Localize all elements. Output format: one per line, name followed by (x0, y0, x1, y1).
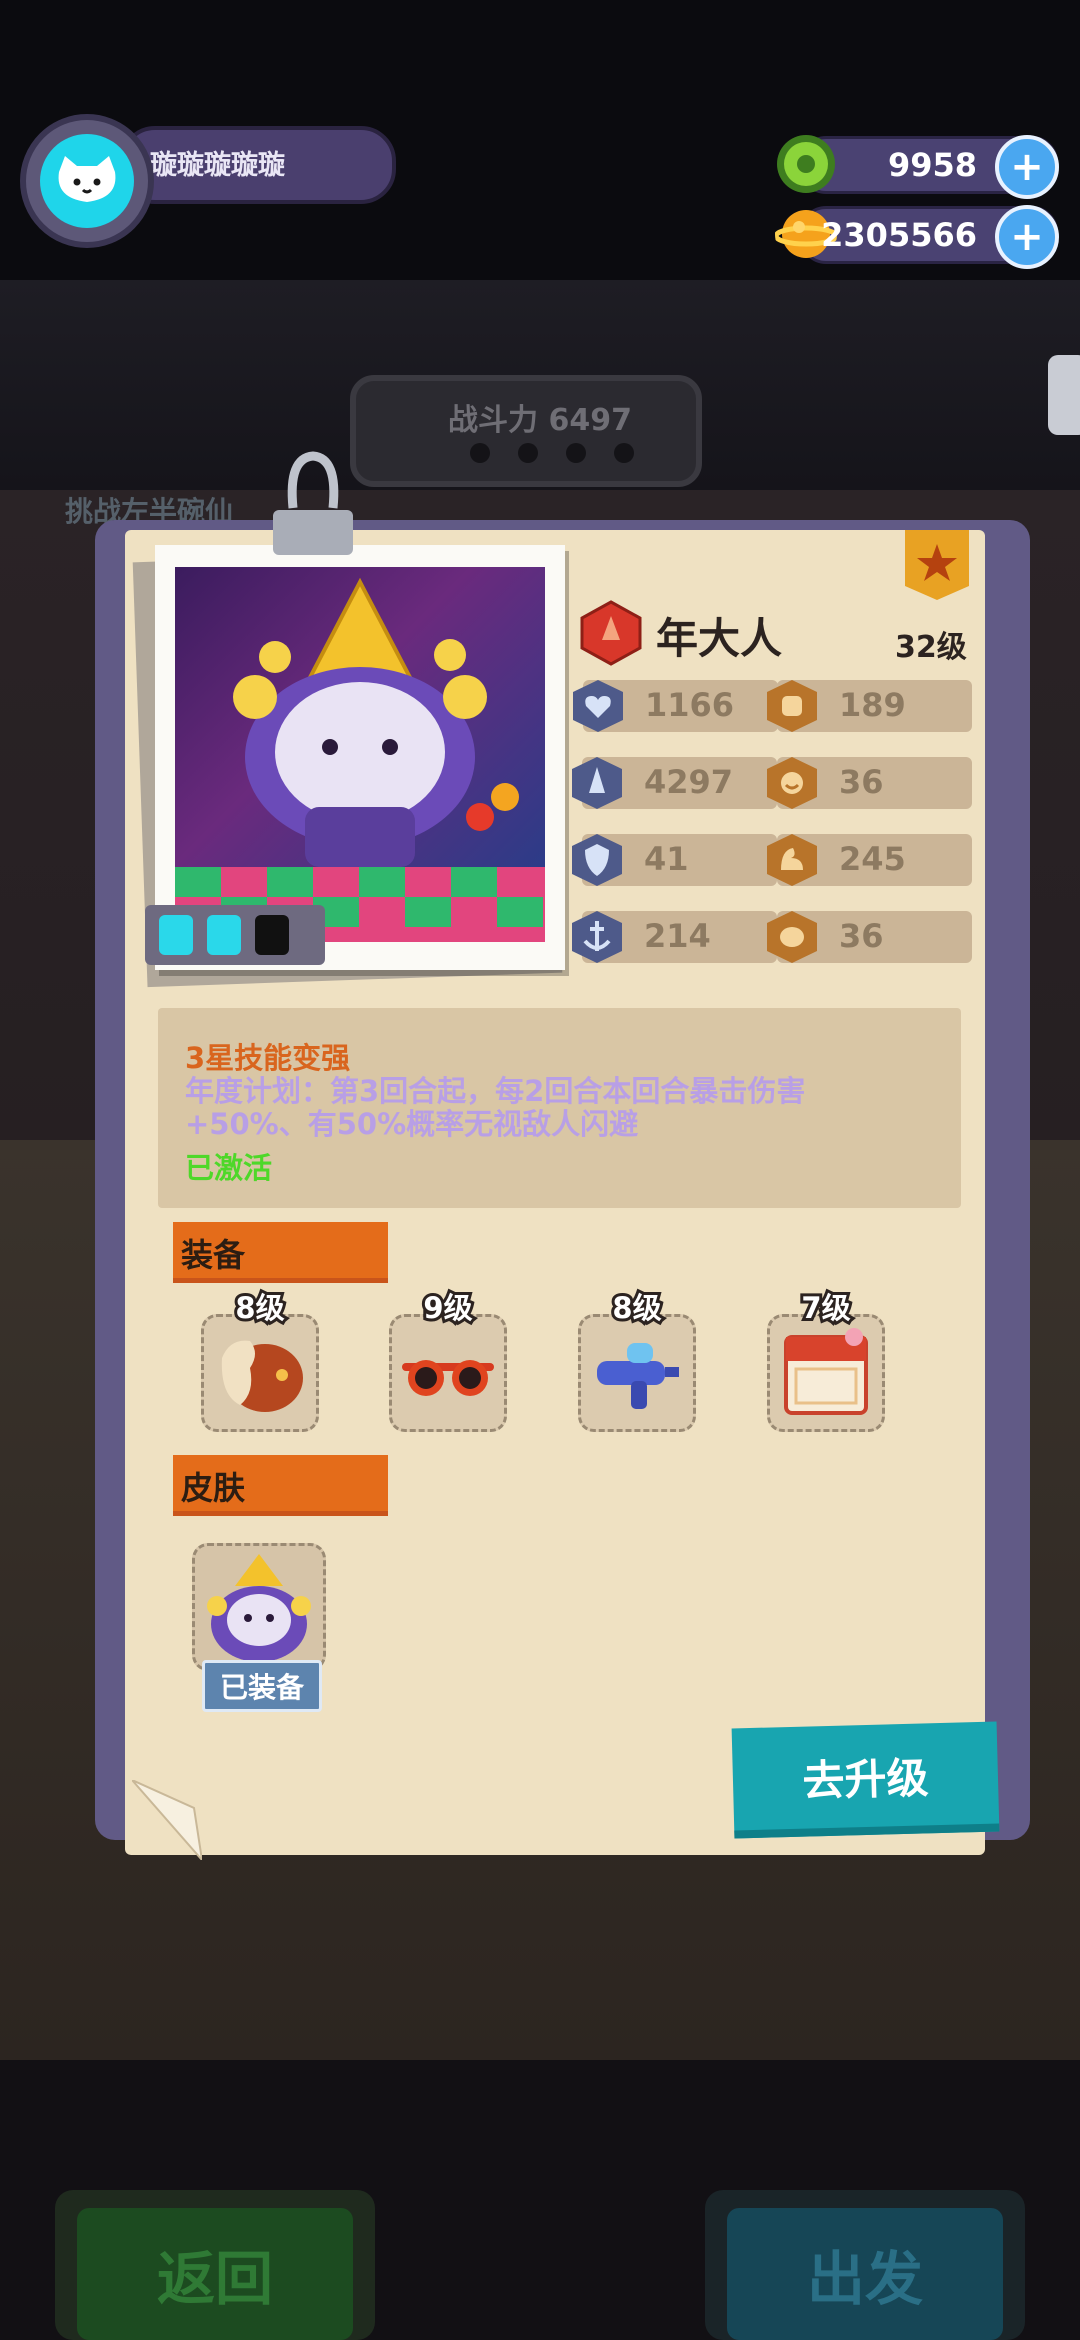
muscle-stat-icon (767, 834, 817, 886)
fur-hat-icon (221, 1340, 303, 1412)
stat-8: 36 (767, 911, 972, 963)
equip-level: 9级 (420, 1288, 475, 1328)
fist-stat-icon (767, 680, 817, 732)
hero-level: 32级 (895, 630, 967, 665)
stat-defense-value: 41 (644, 840, 689, 878)
equipment-label: 装备 (181, 1236, 246, 1274)
equip-slot-glasses[interactable]: 9级 (389, 1288, 507, 1432)
back-button-label: 返回 (77, 2208, 353, 2340)
add-coins-button[interactable]: + (995, 205, 1059, 269)
calendar-icon (784, 1328, 868, 1415)
attack-stat-icon (572, 757, 622, 809)
skin-section-header: 皮肤 (173, 1455, 388, 1516)
brain-stat-icon (767, 911, 817, 963)
page-curl (132, 1780, 202, 1860)
skin-label: 皮肤 (181, 1469, 246, 1507)
hero-name: 年大人 (656, 614, 783, 663)
skin-slot[interactable] (192, 1543, 326, 1671)
energy-slot-icon (159, 915, 193, 955)
equip-slot-calendar[interactable]: 7级 (767, 1288, 885, 1432)
hero-skin-icon (207, 1554, 311, 1662)
equipment-section-header: 装备 (173, 1222, 388, 1283)
stat-hp: 1166 (573, 680, 778, 732)
page-dots (470, 443, 662, 467)
depart-button[interactable]: 出发 (705, 2190, 1025, 2340)
stat-7: 245 (767, 834, 972, 886)
add-gems-button[interactable]: + (995, 135, 1059, 199)
gems-value: 9958 (887, 146, 977, 184)
energy-slot-icon (207, 915, 241, 955)
hero-illustration-icon (175, 577, 545, 942)
star-badge-icon (905, 530, 969, 600)
smile-stat-icon (767, 757, 817, 809)
equip-level: 8级 (609, 1288, 664, 1328)
stat-7-value: 245 (839, 840, 906, 878)
stat-5-value: 189 (839, 686, 906, 724)
stat-5: 189 (767, 680, 972, 732)
stat-defense: 41 (572, 834, 777, 886)
equip-slot-hat[interactable]: 8级 (201, 1288, 319, 1432)
stat-6: 36 (767, 757, 972, 809)
class-attack-icon (580, 600, 642, 666)
depart-button-label: 出发 (727, 2208, 1003, 2340)
green-donut-icon (777, 135, 835, 193)
equip-level: 7级 (798, 1288, 853, 1328)
cat-face-icon (58, 156, 116, 202)
equipped-badge: 已装备 (202, 1660, 322, 1712)
skill-title: 3星技能变强 (185, 1041, 351, 1075)
upgrade-button[interactable]: 去升级 (731, 1721, 1000, 1839)
currency-coins: 2305566 + (775, 205, 1059, 269)
stat-hp-value: 1166 (645, 686, 735, 724)
skill-slots (145, 905, 325, 965)
anchor-icon (572, 911, 622, 963)
skill-description: 年度计划：第3回合起，每2回合本回合暴击伤害 +50%、有50%概率无视敌人闪避 (185, 1074, 806, 1141)
back-button[interactable]: 返回 (55, 2190, 375, 2340)
stat-attack-value: 4297 (644, 763, 734, 801)
player-name: 璇璇璇璇璇 (150, 150, 285, 181)
equip-level: 8级 (232, 1288, 287, 1328)
heart-shield-icon (573, 680, 623, 732)
stat-attack: 4297 (572, 757, 777, 809)
stat-6-value: 36 (839, 763, 884, 801)
red-sunglasses-icon (402, 1360, 494, 1396)
side-handle (1048, 355, 1080, 435)
stat-speed: 214 (572, 911, 777, 963)
stat-speed-value: 214 (644, 917, 711, 955)
currency-gems: 9958 + (777, 135, 1059, 199)
avatar[interactable] (40, 134, 134, 228)
binder-clip-icon (273, 451, 353, 555)
power-label: 战斗力 6497 (448, 403, 632, 438)
skill-status: 已激活 (185, 1151, 273, 1185)
water-gun-icon (597, 1343, 679, 1409)
shield-icon (572, 834, 622, 886)
stat-8-value: 36 (839, 917, 884, 955)
empty-slot-icon (255, 915, 289, 955)
equip-slot-watergun[interactable]: 8级 (578, 1288, 696, 1432)
coins-value: 2305566 (821, 216, 977, 254)
